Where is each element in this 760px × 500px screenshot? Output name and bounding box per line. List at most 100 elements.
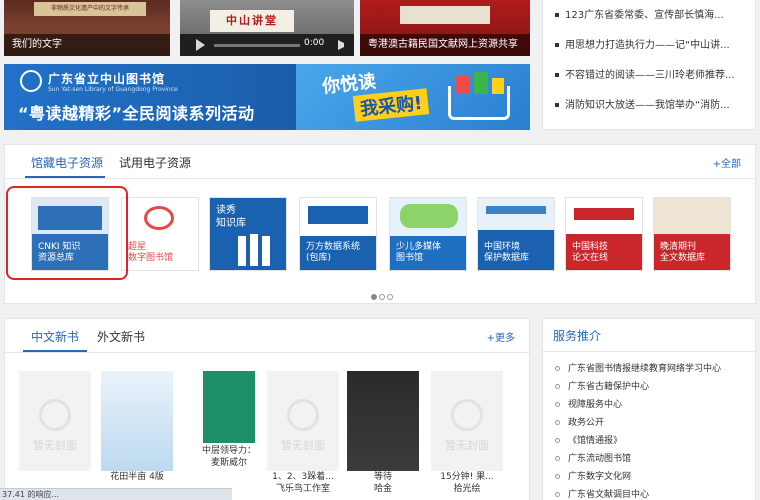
news-item[interactable]: 用思想力打造执行力——记“中山讲... [555, 36, 751, 51]
resource-card-chaoxing[interactable]: 超星 数字图书馆 [121, 197, 199, 271]
chaoxing-logo-icon [144, 206, 174, 230]
book-cover [101, 371, 173, 471]
news-item[interactable]: 消防知识大放送——我馆举办“消防... [555, 96, 751, 111]
bullet-icon [555, 456, 560, 461]
library-name-en: Sun Yat-sen Library of Guangdong Provinc… [48, 86, 178, 93]
book-author: 麦斯威尔 [210, 458, 247, 468]
book-cover [347, 371, 419, 471]
book-item[interactable]: 暂无封面 [19, 371, 91, 471]
book-item[interactable]: 花田半亩 4版 [101, 371, 173, 483]
resource-card-label: 少儿多媒体 图书馆 [396, 242, 442, 263]
bookshelf-icon [238, 236, 246, 266]
video-controls: 0:00 [180, 34, 354, 56]
placeholder-logo-icon [39, 399, 71, 431]
service-link[interactable]: 广东流动图书馆 [555, 451, 631, 464]
selection-highlight [6, 186, 128, 280]
placeholder-logo-icon [287, 399, 319, 431]
play-icon[interactable] [196, 39, 205, 51]
tab-chinese-new-books[interactable]: 中文新书 [31, 328, 79, 345]
bullet-icon [555, 43, 559, 47]
new-books-panel: 中文新书 外文新书 +更多 暂无封面 花田半亩 4版 中层领导力： 麦斯威尔 暂… [4, 318, 530, 500]
resource-card-late-qing[interactable]: 晚清期刊 全文数据库 [653, 197, 731, 271]
no-cover-placeholder: 暂无封面 [431, 371, 503, 471]
browser-status-bar: 37.41 的响应... [0, 488, 232, 500]
kids-library-icon [400, 204, 458, 228]
resource-card-label: 万方数据系统 (包库) [306, 242, 361, 263]
new-books-tabs: 中文新书 外文新书 +更多 [5, 319, 529, 353]
carousel-pagination [371, 285, 395, 304]
bullet-icon [555, 73, 559, 77]
resource-card-wanfang[interactable]: 万方数据系统 (包库) [299, 197, 377, 271]
environment-logo-icon [486, 206, 546, 214]
reading-campaign-banner[interactable]: 广东省立中山图书馆 Sun Yat-sen Library of Guangdo… [4, 64, 530, 130]
featured-caption: 我们的文字 [4, 34, 170, 56]
view-all-link[interactable]: +全部 [713, 155, 741, 170]
active-tab-indicator [23, 350, 87, 352]
featured-banner-text: 非物质文化遗产中的文字传承 [34, 2, 146, 16]
book-title: 15分钟! 果... [440, 472, 494, 482]
service-link[interactable]: 政务公开 [555, 415, 604, 428]
book-item[interactable]: 等待 哈金 [347, 371, 419, 495]
service-link[interactable]: 《馆情通报》 [555, 433, 622, 446]
resource-card-label: 超星 数字图书馆 [128, 242, 174, 263]
featured-item-our-characters[interactable]: 非物质文化遗产中的文字传承 我们的文字 [4, 0, 170, 56]
bullet-icon [555, 402, 560, 407]
bullet-icon [555, 474, 560, 479]
book-author: 哈金 [373, 484, 392, 494]
panel-title: 服务推介 [553, 329, 602, 343]
book-title: 1、2、3跺着... [272, 472, 334, 482]
no-cover-placeholder: 暂无封面 [267, 371, 339, 471]
tab-foreign-new-books[interactable]: 外文新书 [97, 328, 145, 345]
service-link[interactable]: 广东省文献调目中心 [555, 487, 649, 500]
placeholder-logo-icon [451, 399, 483, 431]
video-time: 0:00 [304, 38, 325, 48]
tab-trial-e-resources[interactable]: 试用电子资源 [119, 154, 191, 171]
tab-library-e-resources[interactable]: 馆藏电子资源 [31, 154, 103, 171]
sciencepaper-logo-icon [574, 208, 634, 220]
featured-item-ancient-books[interactable]: 粤港澳古籍民国文献网上资源共享 [360, 0, 530, 56]
bullet-icon [555, 384, 560, 389]
bullet-icon [555, 366, 560, 371]
resource-card-duxiu[interactable]: 读秀 知识库 [209, 197, 287, 271]
wanfang-logo-icon [308, 206, 368, 224]
service-link[interactable]: 广东省图书情报继续教育网络学习中心 [555, 361, 721, 374]
book-item[interactable]: 暂无封面 1、2、3跺着... 飞乐鸟工作室 [267, 371, 339, 495]
resource-card-sciencepaper[interactable]: 中国科技 论文在线 [565, 197, 643, 271]
featured-media-strip: 非物质文化遗产中的文字传承 我们的文字 中山讲堂 0:00 粤港澳古籍民国文献网… [4, 0, 530, 56]
book-author: 飞乐鸟工作室 [275, 484, 330, 494]
book-title: 等待 [373, 472, 392, 482]
library-name: 广东省立中山图书馆 [48, 72, 166, 86]
shopping-cart-icon [448, 86, 510, 120]
book-cover [203, 371, 255, 443]
service-link[interactable]: 视障服务中心 [555, 397, 622, 410]
news-list: 123广东省委常委、宣传部长慎海... 用思想力打造执行力——记“中山讲... … [542, 0, 756, 130]
bullet-icon [555, 13, 559, 17]
book-item[interactable]: 中层领导力： 麦斯威尔 [193, 371, 265, 469]
carousel-dot[interactable] [371, 294, 377, 300]
view-more-link[interactable]: +更多 [487, 329, 515, 344]
bullet-icon [555, 492, 560, 497]
volume-icon[interactable] [338, 40, 348, 50]
resource-card-label: 中国环境 保护数据库 [484, 242, 530, 263]
book-title: 花田半亩 4版 [110, 472, 164, 482]
news-item[interactable]: 123广东省委常委、宣传部长慎海... [555, 6, 751, 21]
e-resources-tabs: 馆藏电子资源 试用电子资源 +全部 [5, 145, 755, 179]
banner-slogan: “粤读越精彩”全民阅读系列活动 [18, 104, 255, 123]
bullet-icon [555, 420, 560, 425]
featured-video-lecture[interactable]: 中山讲堂 0:00 [180, 0, 354, 56]
carousel-dot[interactable] [387, 294, 393, 300]
book-title: 中层领导力： [201, 446, 256, 456]
carousel-dot[interactable] [379, 294, 385, 300]
bullet-icon [555, 438, 560, 443]
resource-card-label: 中国科技 论文在线 [572, 242, 609, 263]
active-tab-indicator [25, 176, 105, 178]
no-cover-placeholder: 暂无封面 [19, 371, 91, 471]
library-logo-icon [20, 70, 42, 92]
book-item[interactable]: 暂无封面 15分钟! 果... 拾光绘 [431, 371, 503, 495]
news-item[interactable]: 不容错过的阅读——三川玲老师推荐... [555, 66, 751, 81]
service-link[interactable]: 广东数字文化网 [555, 469, 631, 482]
resource-card-environment[interactable]: 中国环境 保护数据库 [477, 197, 555, 271]
service-link[interactable]: 广东省古籍保护中心 [555, 379, 649, 392]
resource-card-kids-multimedia[interactable]: 少儿多媒体 图书馆 [389, 197, 467, 271]
video-progress-bar[interactable] [214, 44, 300, 47]
